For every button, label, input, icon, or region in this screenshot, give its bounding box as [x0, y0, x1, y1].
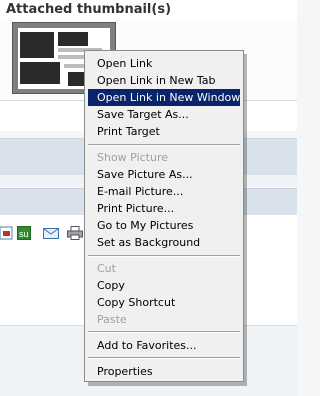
menu-item-properties[interactable]: Properties	[88, 363, 240, 380]
menu-item-open-link[interactable]: Open Link	[88, 55, 240, 72]
menu-item-open-link-new-window[interactable]: Open Link in New Window	[88, 89, 240, 106]
menu-item-print-picture[interactable]: Print Picture...	[88, 200, 240, 217]
menu-separator	[88, 331, 240, 333]
menu-item-go-to-my-pictures[interactable]: Go to My Pictures	[88, 217, 240, 234]
menu-item-email-picture[interactable]: E-mail Picture...	[88, 183, 240, 200]
menu-separator	[88, 255, 240, 257]
menu-separator	[88, 357, 240, 359]
menu-item-open-link-new-tab[interactable]: Open Link in New Tab	[88, 72, 240, 89]
menu-item-copy-shortcut[interactable]: Copy Shortcut	[88, 294, 240, 311]
menu-item-paste: Paste	[97, 313, 127, 326]
digg-icon[interactable]	[0, 226, 14, 240]
menu-item-print-target[interactable]: Print Target	[88, 123, 240, 140]
menu-item-cut: Cut	[97, 262, 116, 275]
attachments-title: Attached thumbnail(s)	[6, 2, 172, 17]
context-menu: Open Link Open Link in New Tab Open Link…	[84, 50, 244, 382]
menu-item-add-to-favorites[interactable]: Add to Favorites...	[88, 337, 240, 354]
menu-item-copy[interactable]: Copy	[88, 277, 240, 294]
menu-item-save-picture-as[interactable]: Save Picture As...	[88, 166, 240, 183]
stumbleupon-icon[interactable]: su	[17, 226, 31, 240]
forum-page: Attached thumbnail(s) su Open Link Open …	[0, 0, 297, 396]
menu-item-save-target-as[interactable]: Save Target As...	[88, 106, 240, 123]
print-icon[interactable]	[67, 226, 83, 240]
email-icon[interactable]	[43, 226, 59, 240]
menu-item-show-picture: Show Picture	[97, 151, 169, 164]
menu-separator	[88, 144, 240, 146]
menu-item-set-as-background[interactable]: Set as Background	[88, 234, 240, 251]
svg-text:su: su	[19, 229, 29, 239]
